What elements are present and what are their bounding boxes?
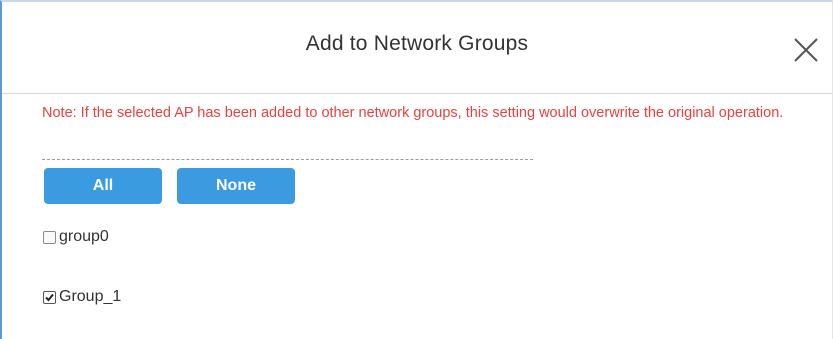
- group-checkbox[interactable]: [43, 290, 56, 304]
- group-option-row[interactable]: group0: [43, 227, 109, 247]
- group-label: Group_1: [59, 288, 122, 305]
- group-label: group0: [59, 228, 109, 245]
- group-checkbox[interactable]: [43, 230, 56, 244]
- checkmark-icon: [45, 293, 54, 301]
- select-none-button[interactable]: None: [177, 168, 295, 204]
- close-icon[interactable]: [792, 36, 820, 64]
- select-all-button[interactable]: All: [44, 168, 162, 204]
- group-option-row[interactable]: Group_1: [43, 287, 121, 307]
- warning-note: Note: If the selected AP has been added …: [42, 105, 784, 121]
- dialog-header: Add to Network Groups: [2, 2, 832, 94]
- dialog-title: Add to Network Groups: [305, 32, 529, 55]
- dashed-divider: [42, 159, 533, 160]
- add-to-network-groups-dialog: Add to Network Groups Note: If the selec…: [0, 0, 833, 339]
